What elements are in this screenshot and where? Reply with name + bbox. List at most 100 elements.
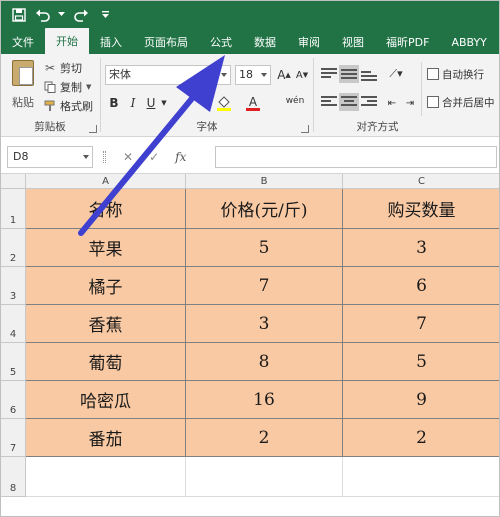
column-header-a[interactable]: A [26,174,186,189]
font-color-button[interactable]: A [244,94,262,112]
merge-center-button[interactable]: 合并后居中 [427,93,495,111]
align-middle-icon[interactable] [339,65,359,83]
table-cell[interactable]: 16 [186,381,343,419]
table-cell[interactable]: 7 [343,305,499,343]
table-cell[interactable]: 苹果 [26,229,186,267]
empty-cell-a8[interactable] [26,457,186,497]
column-header-c[interactable]: C [343,174,499,189]
align-left-icon[interactable] [321,95,337,109]
decrease-indent-icon[interactable]: ⇤ [383,94,401,112]
table-cell[interactable]: 7 [186,267,343,305]
increase-indent-icon[interactable]: ⇥ [401,94,419,112]
select-all-corner[interactable] [1,174,26,189]
table-cell[interactable]: 2 [186,419,343,457]
row-header[interactable]: 7 [1,419,26,457]
tab-foxit-pdf[interactable]: 福昕PDF [375,30,440,54]
table-cell[interactable]: 6 [343,267,499,305]
clipboard-launcher-icon[interactable] [89,125,97,133]
italic-button[interactable]: I [126,94,140,112]
row-header[interactable]: 6 [1,381,26,419]
check-icon[interactable]: ✓ [149,150,159,164]
tab-review[interactable]: 审阅 [287,30,331,54]
formula-input[interactable] [215,146,497,168]
align-right-icon[interactable] [361,95,377,109]
table-cell[interactable]: 9 [343,381,499,419]
formula-bar-handle[interactable] [103,151,106,163]
tab-page-layout[interactable]: 页面布局 [133,30,199,54]
table-cell[interactable]: 8 [186,343,343,381]
table-cell[interactable]: 番茄 [26,419,186,457]
header-cell-name[interactable]: 名称 [26,189,186,229]
grow-font-button[interactable]: A ▲ [276,66,292,84]
paste-button[interactable]: 粘贴 [9,60,37,116]
row-header[interactable]: 8 [1,457,26,497]
customize-icon[interactable] [95,5,115,25]
tab-abbyy[interactable]: ABBYY [440,30,497,54]
font-group-label: 字体 [196,121,218,133]
row-header[interactable]: 1 [1,189,26,229]
tab-data[interactable]: 数据 [243,30,287,54]
table-cell[interactable]: 3 [343,229,499,267]
insert-function-icon[interactable]: fx [175,150,186,164]
table-cell[interactable]: 橘子 [26,267,186,305]
merge-center-icon [427,96,439,108]
table-cell[interactable]: 5 [186,229,343,267]
cancel-icon[interactable]: ✕ [123,150,133,164]
chevron-down-icon[interactable]: ▼ [159,94,169,112]
shrink-font-button[interactable]: A ▼ [294,66,310,84]
clipboard-group-label: 剪贴板 [34,121,66,133]
header-cell-quantity[interactable]: 购买数量 [343,189,499,229]
phonetic-button[interactable]: wén [284,92,306,110]
row-header[interactable]: 2 [1,229,26,267]
save-icon[interactable] [9,5,29,25]
font-launcher-icon[interactable] [301,125,309,133]
row-header[interactable]: 3 [1,267,26,305]
copy-icon [43,80,57,94]
copy-button[interactable]: 复制 ▼ [43,78,91,95]
table-cell[interactable]: 3 [186,305,343,343]
tab-insert[interactable]: 插入 [89,30,133,54]
font-color-glyph: A [248,94,258,109]
font-name-value: 宋体 [109,68,131,81]
align-top-icon[interactable] [321,67,337,81]
table-cell[interactable]: 香蕉 [26,305,186,343]
tab-home[interactable]: 开始 [45,28,89,54]
empty-cell-b8[interactable] [186,457,343,497]
chevron-down-icon[interactable] [57,5,65,25]
font-size-select[interactable]: 18 [235,65,271,85]
row-header[interactable]: 4 [1,305,26,343]
row-header[interactable]: 5 [1,343,26,381]
redo-icon[interactable] [71,5,91,25]
ribbon-divider [421,62,422,116]
title-bar [1,1,499,28]
wrap-text-label: 自动换行 [442,68,484,81]
bold-button[interactable]: B [107,94,121,112]
chevron-down-icon [261,73,267,77]
align-center-icon[interactable] [339,93,359,111]
wrap-text-button[interactable]: 自动换行 [427,65,484,83]
tab-file[interactable]: 文件 [1,30,45,54]
empty-cell-c8[interactable] [343,457,499,497]
table-cell[interactable]: 葡萄 [26,343,186,381]
cut-button[interactable]: ✂ 剪切 [43,59,82,76]
name-box[interactable]: D8 [7,146,93,168]
column-header-b[interactable]: B [186,174,343,189]
format-painter-button[interactable]: 格式刷 [43,97,93,114]
scissors-icon: ✂ [44,60,56,75]
chevron-down-icon[interactable]: ▼ [86,83,91,91]
font-size-value: 18 [239,68,253,81]
align-bottom-icon[interactable] [361,67,377,81]
table-cell[interactable]: 2 [343,419,499,457]
undo-icon[interactable] [33,5,53,25]
tab-view[interactable]: 视图 [331,30,375,54]
table-cell[interactable]: 5 [343,343,499,381]
fill-color-icon[interactable] [215,94,233,112]
orientation-icon[interactable]: ⟋▾ [385,65,407,83]
chevron-down-icon [221,73,227,77]
underline-button[interactable]: U [144,94,158,112]
font-name-select[interactable]: 宋体 [105,65,231,85]
header-cell-price[interactable]: 价格(元/斤) [186,189,343,229]
cut-label: 剪切 [60,61,82,75]
tab-formulas[interactable]: 公式 [199,30,243,54]
table-cell[interactable]: 哈密瓜 [26,381,186,419]
